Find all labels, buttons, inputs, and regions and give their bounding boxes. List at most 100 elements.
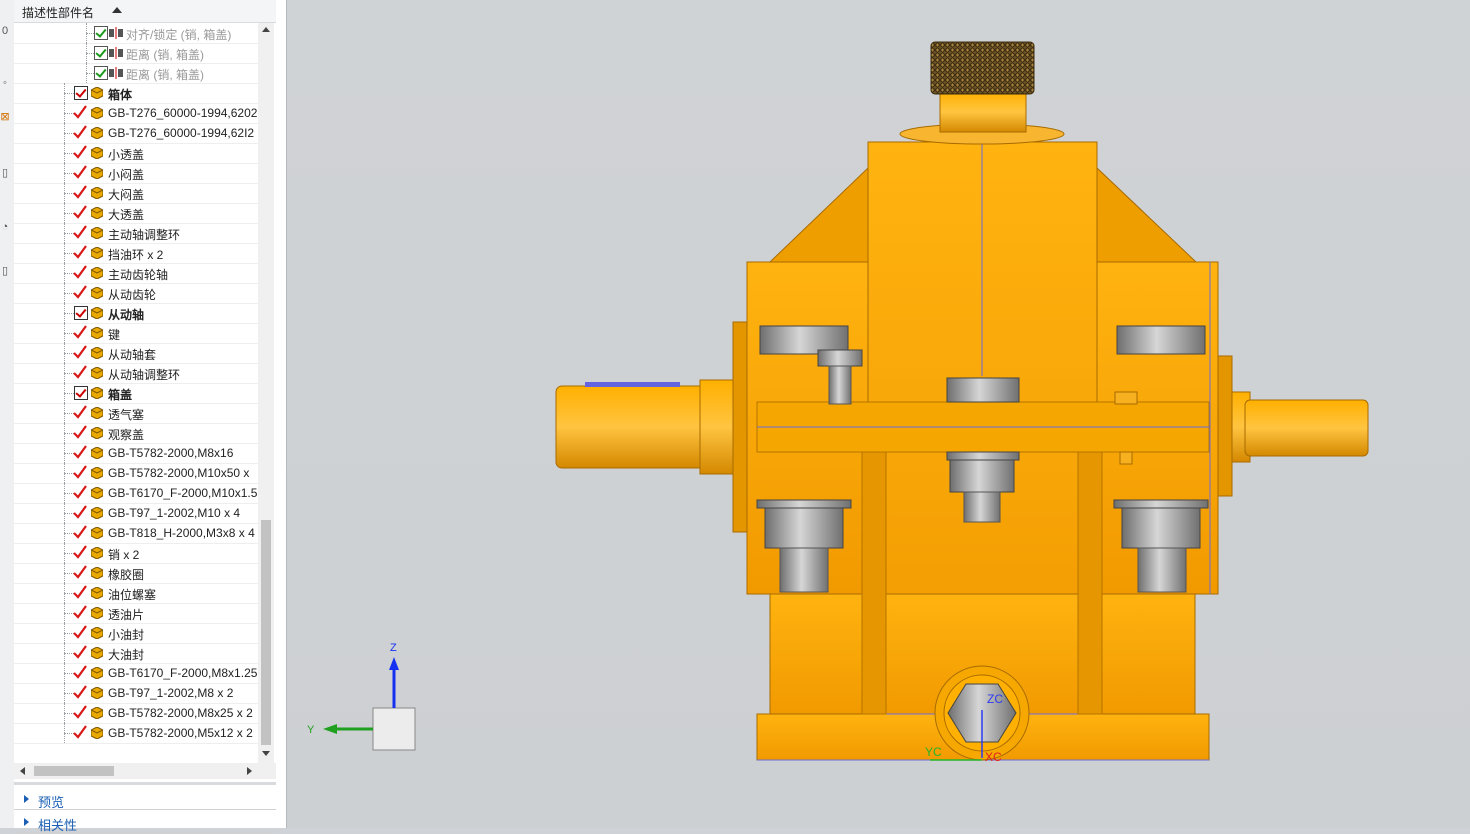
gearbox-model[interactable]: ZC YC XC Z Y	[287, 0, 1470, 828]
loaded-check-icon[interactable]	[72, 704, 88, 720]
left-shaft[interactable]	[555, 379, 741, 475]
breather-cap[interactable]	[899, 41, 1065, 145]
loaded-check-icon[interactable]	[72, 544, 88, 560]
component-row[interactable]: 观察盖	[14, 423, 258, 444]
component-row[interactable]: 主动轴调整环	[14, 223, 258, 244]
section-dependencies[interactable]: 相关性	[14, 812, 276, 833]
loaded-check-icon[interactable]	[72, 584, 88, 600]
loaded-check-icon[interactable]	[72, 284, 88, 300]
loaded-check-icon[interactable]	[72, 184, 88, 200]
loaded-check-icon[interactable]	[72, 164, 88, 180]
constraint-checkbox[interactable]	[94, 26, 108, 40]
component-row[interactable]: 大透盖	[14, 203, 258, 224]
scroll-right-icon[interactable]	[247, 767, 252, 775]
component-row[interactable]: 主动齿轮轴	[14, 263, 258, 284]
component-row[interactable]: 销 x 2	[14, 543, 258, 564]
loaded-check-icon[interactable]	[72, 324, 88, 340]
loaded-check-icon[interactable]	[72, 104, 88, 120]
constraint-navigator-tab-icon[interactable]: ◦	[0, 76, 10, 90]
assembly-navigator-tab-icon[interactable]: 0	[0, 24, 10, 38]
component-row[interactable]: GB-T818_H-2000,M3x8 x 4	[14, 523, 258, 544]
component-checkbox[interactable]	[74, 386, 88, 400]
component-row[interactable]: 从动轴调整环	[14, 363, 258, 384]
loaded-check-icon[interactable]	[72, 244, 88, 260]
component-row[interactable]: 从动轴套	[14, 343, 258, 364]
component-label: 大油封	[108, 648, 145, 662]
section-preview[interactable]: 预览	[14, 789, 276, 810]
right-shaft[interactable]	[1229, 391, 1369, 463]
loaded-check-icon[interactable]	[72, 224, 88, 240]
component-row[interactable]: 油位螺塞	[14, 583, 258, 604]
constraint-checkbox[interactable]	[94, 46, 108, 60]
component-checkbox[interactable]	[74, 86, 88, 100]
component-row[interactable]: GB-T5782-2000,M8x25 x 2	[14, 703, 258, 724]
loaded-check-icon[interactable]	[72, 124, 88, 140]
component-row[interactable]: 箱体	[14, 83, 258, 104]
loaded-check-icon[interactable]	[72, 144, 88, 160]
loaded-check-icon[interactable]	[72, 684, 88, 700]
scroll-down-icon[interactable]	[262, 751, 270, 756]
scroll-left-icon[interactable]	[20, 767, 25, 775]
constraint-row[interactable]: 距离 (销, 箱盖)	[14, 43, 258, 64]
loaded-check-icon[interactable]	[72, 264, 88, 280]
loaded-check-icon[interactable]	[72, 204, 88, 220]
loaded-check-icon[interactable]	[72, 624, 88, 640]
loaded-check-icon[interactable]	[72, 444, 88, 460]
loaded-check-icon[interactable]	[72, 524, 88, 540]
component-row[interactable]: 小透盖	[14, 143, 258, 164]
constraint-checkbox[interactable]	[94, 66, 108, 80]
wcs-xc-label: XC	[985, 750, 1002, 764]
component-row[interactable]: 从动齿轮	[14, 283, 258, 304]
vertical-scrollbar[interactable]	[258, 23, 274, 763]
constraint-row[interactable]: 距离 (销, 箱盖)	[14, 63, 258, 84]
part-navigator-tab-icon[interactable]: ⊠	[0, 110, 10, 124]
reuse-library-tab-icon[interactable]: ▯	[0, 166, 10, 180]
component-row[interactable]: GB-T5782-2000,M5x12 x 2	[14, 723, 258, 744]
sort-ascending-icon[interactable]	[112, 7, 122, 13]
loaded-check-icon[interactable]	[72, 664, 88, 680]
horizontal-scroll-thumb[interactable]	[34, 766, 114, 776]
loaded-check-icon[interactable]	[72, 604, 88, 620]
roles-tab-icon[interactable]: ▯	[0, 264, 10, 278]
component-row[interactable]: 小闷盖	[14, 163, 258, 184]
component-row[interactable]: 透油片	[14, 603, 258, 624]
loaded-check-icon[interactable]	[72, 644, 88, 660]
component-row[interactable]: GB-T276_60000-1994,62I2	[14, 123, 258, 144]
component-row[interactable]: 小油封	[14, 623, 258, 644]
component-row[interactable]: 大闷盖	[14, 183, 258, 204]
component-row[interactable]: 键	[14, 323, 258, 344]
constraint-row[interactable]: 对齐/锁定 (销, 箱盖)	[14, 23, 258, 44]
loaded-check-icon[interactable]	[72, 724, 88, 740]
component-row[interactable]: GB-T6170_F-2000,M10x1.5	[14, 483, 258, 504]
component-row[interactable]: GB-T5782-2000,M8x16	[14, 443, 258, 464]
component-row[interactable]: 箱盖	[14, 383, 258, 404]
loaded-check-icon[interactable]	[72, 344, 88, 360]
component-row[interactable]: GB-T97_1-2002,M8 x 2	[14, 683, 258, 704]
loaded-check-icon[interactable]	[72, 564, 88, 580]
component-label: GB-T276_60000-1994,62I2	[108, 126, 255, 140]
component-row[interactable]: GB-T276_60000-1994,6202	[14, 103, 258, 124]
vertical-scroll-thumb[interactable]	[261, 520, 271, 745]
horizontal-scrollbar[interactable]	[14, 763, 276, 779]
loaded-check-icon[interactable]	[72, 484, 88, 500]
panel-divider[interactable]	[14, 782, 276, 785]
component-row[interactable]: 从动轴	[14, 303, 258, 324]
component-row[interactable]: 大油封	[14, 643, 258, 664]
column-header[interactable]: 描述性部件名	[14, 0, 276, 23]
loaded-check-icon[interactable]	[72, 464, 88, 480]
component-cube-icon	[91, 107, 103, 119]
history-tab-icon[interactable]: ◔	[0, 220, 10, 234]
component-checkbox[interactable]	[74, 306, 88, 320]
component-row[interactable]: GB-T6170_F-2000,M8x1.25	[14, 663, 258, 684]
loaded-check-icon[interactable]	[72, 404, 88, 420]
loaded-check-icon[interactable]	[72, 424, 88, 440]
loaded-check-icon[interactable]	[72, 364, 88, 380]
scroll-up-icon[interactable]	[262, 27, 270, 32]
graphics-window[interactable]: ZC YC XC Z Y	[287, 0, 1470, 828]
component-row[interactable]: GB-T5782-2000,M10x50 x	[14, 463, 258, 484]
component-row[interactable]: 透气塞	[14, 403, 258, 424]
component-row[interactable]: 挡油环 x 2	[14, 243, 258, 264]
component-row[interactable]: 橡胶圈	[14, 563, 258, 584]
component-row[interactable]: GB-T97_1-2002,M10 x 4	[14, 503, 258, 524]
loaded-check-icon[interactable]	[72, 504, 88, 520]
